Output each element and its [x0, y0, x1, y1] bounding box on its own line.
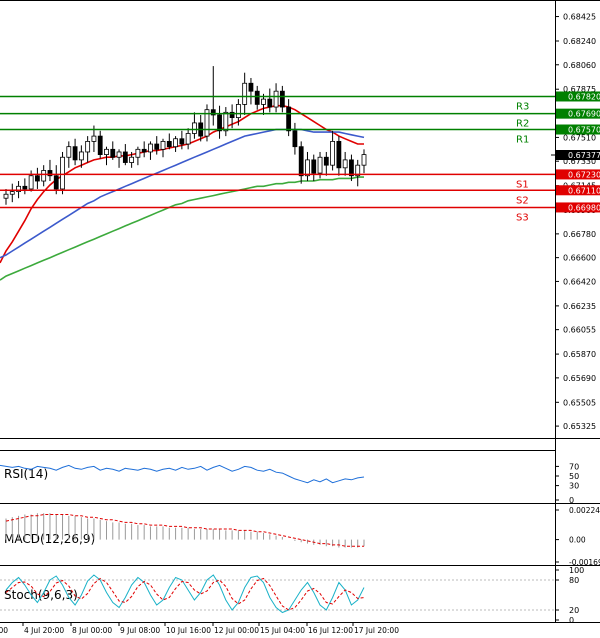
level-name-r1: R1	[516, 135, 529, 146]
price-tick-label: 0.66055	[563, 326, 596, 335]
macd-tick-label: 0.00	[569, 536, 586, 545]
stoch-tick-label: 20	[569, 606, 579, 615]
level-tag-r3: 0.67820	[568, 92, 600, 101]
rsi-tick-label: 70	[569, 462, 579, 471]
level-name-s1: S1	[516, 179, 529, 190]
level-name-r3: R3	[516, 101, 529, 112]
stoch-tick-label: 80	[569, 576, 579, 585]
stoch-label: Stoch(9,6,3)	[4, 588, 78, 602]
stoch-tick-label: 100	[569, 566, 584, 575]
level-name-s2: S2	[516, 195, 529, 206]
time-tick-label: 15 Jul 04:00	[260, 626, 305, 635]
macd-tick-label: 0.002243	[569, 506, 600, 515]
price-tick-label: 0.68060	[563, 61, 596, 70]
time-tick-label: 10 Jul 16:00	[166, 626, 211, 635]
price-tick-label: 0.66600	[563, 254, 596, 263]
level-tag-r2: 0.67690	[568, 110, 600, 119]
price-tick-label: 0.68240	[563, 37, 596, 46]
rsi-label: RSI(14)	[4, 467, 48, 481]
forex-chart: 0.684250.682400.680600.678750.676900.675…	[0, 0, 600, 638]
time-tick-label: 4 Jul 20:00	[24, 626, 64, 635]
time-tick-label: 8 Jul 00:00	[72, 626, 112, 635]
price-tick-label: 0.65870	[563, 350, 596, 359]
time-tick-label: 9 Jul 08:00	[120, 626, 160, 635]
rsi-tick-label: 30	[569, 482, 579, 491]
time-tick-label: 12 Jul 00:00	[214, 626, 259, 635]
level-tag-s3: 0.66980	[568, 203, 600, 212]
time-tick-label: 17 Jul 20:00	[354, 626, 399, 635]
time-tick-label: :00	[0, 626, 8, 635]
candle	[204, 104, 210, 142]
rsi-tick-label: 0	[569, 496, 574, 505]
price-tick-label: 0.66235	[563, 302, 596, 311]
price-tick-label: 0.65325	[563, 422, 596, 431]
price-tick-label: 0.68425	[563, 13, 596, 22]
stoch-tick-label: 0	[569, 616, 574, 625]
time-tick-label: 16 Jul 12:00	[308, 626, 353, 635]
price-tick-label: 0.66420	[563, 277, 596, 286]
level-tag-s2: 0.67110	[568, 186, 600, 195]
level-name-r2: R2	[516, 119, 529, 130]
level-tag-r1: 0.67570	[568, 126, 600, 135]
level-tag-s1: 0.67230	[568, 170, 600, 179]
level-name-s3: S3	[516, 212, 529, 223]
current-price-tag: 0.67377	[568, 151, 600, 160]
price-tick-label: 0.65505	[563, 398, 596, 407]
price-tick-label: 0.66780	[563, 230, 596, 239]
rsi-tick-label: 50	[569, 472, 579, 481]
candle	[60, 151, 65, 195]
price-tick-label: 0.65690	[563, 374, 596, 383]
price-tick-label: 0.67510	[563, 133, 596, 142]
